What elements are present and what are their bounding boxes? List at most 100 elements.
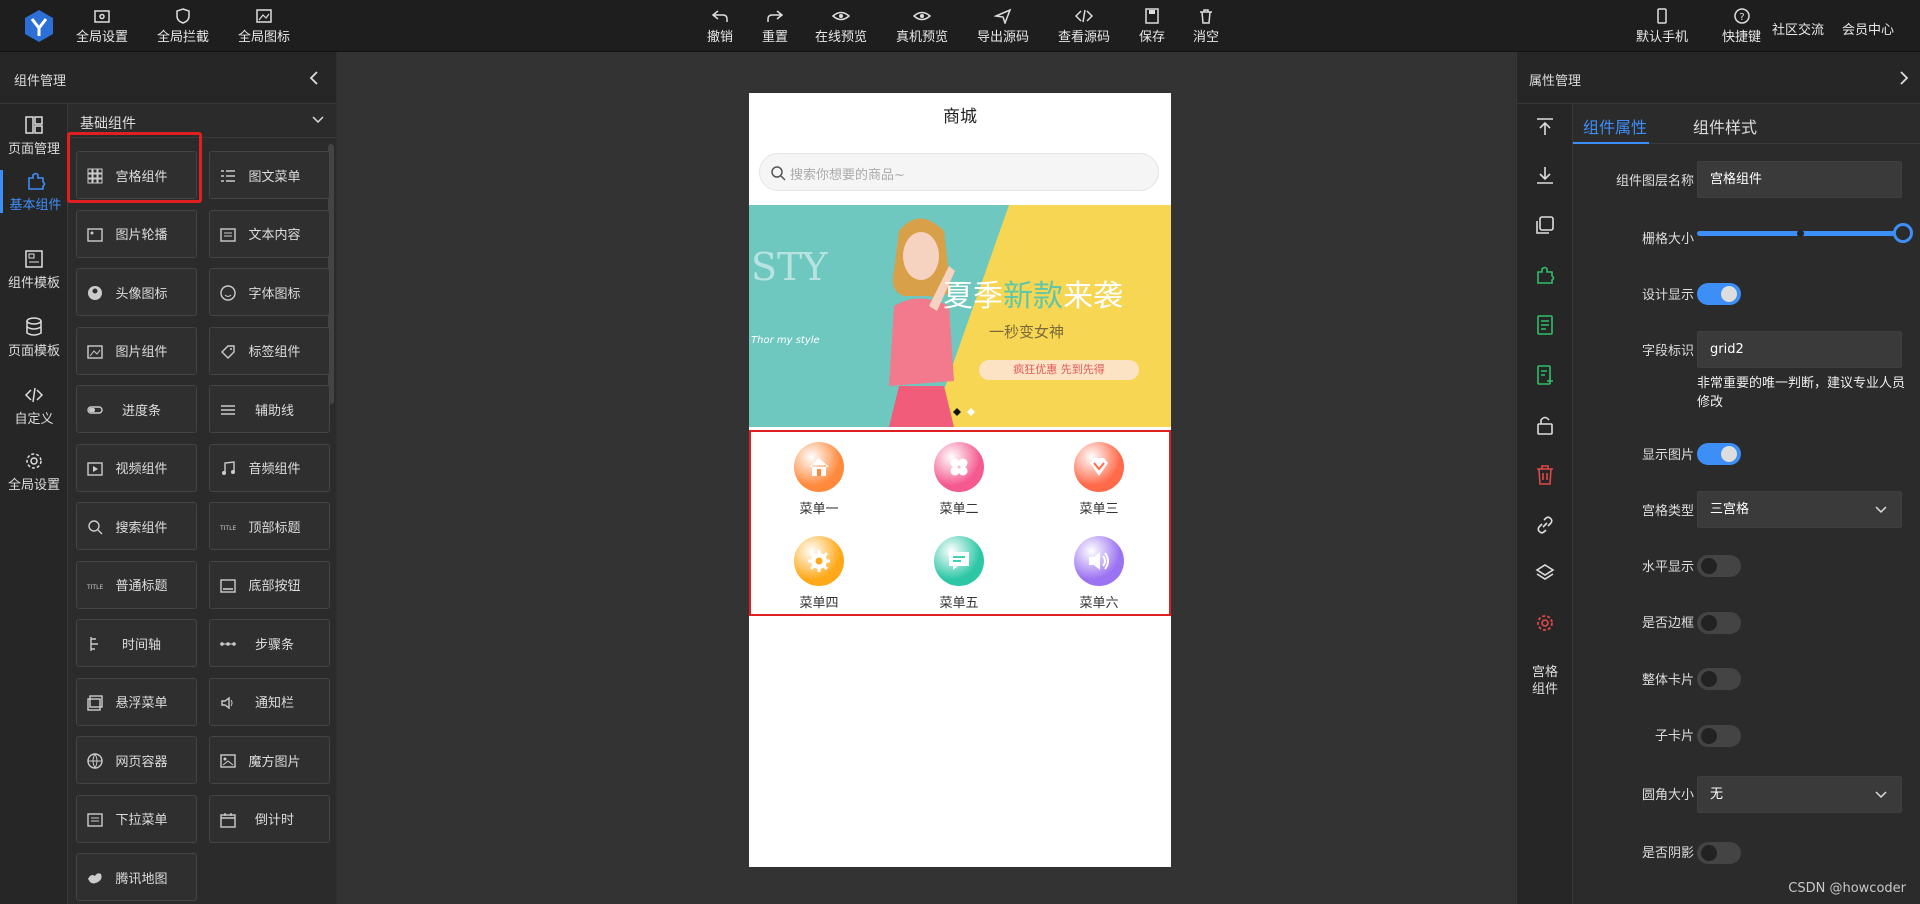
global-settings-button[interactable]: 全局设置: [76, 8, 128, 45]
component-bottom-button[interactable]: 底部按钮: [209, 560, 330, 609]
component-floating-menu[interactable]: 悬浮菜单: [76, 677, 197, 726]
puzzle-icon[interactable]: [1534, 264, 1556, 286]
component-label: 腾讯地图: [115, 871, 168, 887]
rail-custom[interactable]: 自定义: [0, 384, 68, 427]
component-dropdown-menu[interactable]: 下拉菜单: [76, 794, 197, 843]
component-image-comp[interactable]: 图片组件: [76, 326, 197, 375]
component-image-text-menu[interactable]: 图文菜单: [209, 151, 330, 199]
move-bottom-icon[interactable]: [1534, 164, 1556, 186]
clear-button[interactable]: 消空: [1193, 8, 1219, 45]
grid-menu-item[interactable]: 菜单四: [769, 536, 869, 611]
carousel-dots[interactable]: [949, 405, 979, 419]
component-tencent-map[interactable]: 腾讯地图: [76, 853, 197, 901]
field-id-input[interactable]: grid2: [1697, 331, 1902, 368]
rail-page-templates[interactable]: 页面模板: [0, 316, 68, 359]
shadow-label: 是否阴影: [1641, 846, 1694, 861]
component-tag-comp[interactable]: 标签组件: [209, 326, 330, 375]
grid-menu-item[interactable]: 菜单三: [1049, 442, 1149, 517]
component-steps[interactable]: 步骤条: [209, 619, 330, 667]
component-plain-title[interactable]: TITLE 普通标题: [76, 560, 197, 609]
community-link[interactable]: 社区交流: [1772, 19, 1824, 38]
chevron-down-icon: [312, 116, 324, 124]
component-magic-cube[interactable]: 魔方图片: [209, 736, 330, 784]
component-label: 通知栏: [254, 696, 294, 711]
search-comp-icon: [88, 520, 103, 535]
rail-global-settings[interactable]: 全局设置: [0, 450, 68, 493]
highlight-box: [67, 132, 202, 203]
global-intercept-button[interactable]: 全局拦截: [157, 8, 209, 45]
component-top-title[interactable]: TITLE 顶部标题: [209, 502, 330, 550]
unlock-icon[interactable]: [1534, 414, 1556, 436]
search-input[interactable]: 搜索你想要的商品~: [759, 153, 1159, 191]
shield-icon: [176, 8, 190, 24]
shadow-toggle[interactable]: [1697, 842, 1741, 864]
component-label: 文本内容: [248, 228, 301, 243]
export-source-button[interactable]: 导出源码: [977, 8, 1029, 45]
design-show-toggle[interactable]: [1697, 283, 1741, 305]
rail-page-manage[interactable]: 页面管理: [0, 114, 68, 157]
layers-icon[interactable]: [1534, 562, 1556, 584]
sub-card-label: 子卡片: [1654, 729, 1694, 744]
border-toggle[interactable]: [1697, 612, 1741, 634]
radius-select[interactable]: 无: [1697, 776, 1902, 813]
collapse-right-icon[interactable]: [1898, 70, 1910, 86]
component-video-comp[interactable]: 视频组件: [76, 443, 197, 492]
add-document-icon[interactable]: [1534, 364, 1556, 386]
default-phone-button[interactable]: 默认手机: [1636, 8, 1688, 45]
shortcuts-button[interactable]: ? 快捷键: [1722, 8, 1761, 45]
device-preview-button[interactable]: 真机预览: [896, 8, 948, 45]
gear-icon: [794, 536, 844, 586]
component-notice-bar[interactable]: 通知栏: [209, 677, 330, 726]
component-font-icon[interactable]: 字体图标: [209, 268, 330, 316]
banner-subline: 一秒变女神: [989, 323, 1065, 341]
component-avatar-icon[interactable]: 头像图标: [76, 268, 197, 316]
link-icon[interactable]: [1534, 514, 1556, 536]
grid-component[interactable]: 菜单一 菜单二 菜单三菜单四 菜单五 菜单六: [749, 430, 1171, 616]
grid-menu-item[interactable]: 菜单二: [909, 442, 1009, 517]
sub-card-toggle[interactable]: [1697, 725, 1741, 747]
show-image-toggle[interactable]: [1697, 443, 1741, 465]
tag-comp-icon: [221, 344, 235, 359]
slider-thumb[interactable]: [1893, 223, 1913, 243]
component-audio-comp[interactable]: 音频组件: [209, 443, 330, 492]
component-countdown[interactable]: 倒计时: [209, 794, 330, 843]
component-image-carousel[interactable]: 图片轮播: [76, 209, 197, 258]
redo-icon: [767, 10, 784, 22]
rail-component-templates[interactable]: 组件模板: [0, 248, 68, 291]
floating-menu-icon: [87, 694, 103, 711]
grid-size-slider[interactable]: [1697, 221, 1913, 245]
component-divider-line[interactable]: 辅助线: [209, 385, 330, 433]
undo-button[interactable]: 撤销: [707, 8, 733, 45]
component-webview[interactable]: 网页容器: [76, 736, 197, 784]
member-center-link[interactable]: 会员中心: [1842, 19, 1894, 38]
component-search-comp[interactable]: 搜索组件: [76, 502, 197, 550]
component-text-content[interactable]: 文本内容: [209, 209, 330, 258]
grid-menu-item[interactable]: 菜单五: [909, 536, 1009, 611]
speaker-icon: [1074, 536, 1124, 586]
component-timeline[interactable]: 时间轴: [76, 619, 197, 667]
collapse-left-icon[interactable]: [308, 70, 320, 86]
banner-carousel[interactable]: STY Thor my style 夏季新款来袭 一秒变女神 疯狂优惠 先到先得: [749, 205, 1171, 427]
card-toggle[interactable]: [1697, 668, 1741, 690]
audio-comp-icon: [222, 460, 235, 475]
component-progress-bar[interactable]: 进度条: [76, 385, 197, 433]
tab-component-style[interactable]: 组件样式: [1693, 114, 1757, 138]
grid-menu-item[interactable]: 菜单六: [1049, 536, 1149, 611]
grid-menu-item[interactable]: 菜单一: [769, 442, 869, 517]
move-top-icon[interactable]: [1534, 116, 1556, 138]
banner-cta[interactable]: 疯狂优惠 先到先得: [979, 360, 1139, 380]
redo-button[interactable]: 重置: [762, 8, 788, 45]
view-source-button[interactable]: 查看源码: [1058, 8, 1110, 45]
save-button[interactable]: 保存: [1139, 8, 1165, 45]
copy-icon[interactable]: [1534, 214, 1556, 236]
online-preview-button[interactable]: 在线预览: [815, 8, 867, 45]
tab-component-props[interactable]: 组件属性: [1583, 114, 1647, 138]
grid-type-select[interactable]: 三宫格: [1697, 491, 1902, 528]
horizontal-toggle[interactable]: [1697, 555, 1741, 577]
layer-name-input[interactable]: 宫格组件: [1697, 161, 1902, 198]
document-icon[interactable]: [1534, 314, 1556, 336]
trash-icon[interactable]: [1534, 464, 1556, 486]
gear-icon[interactable]: [1534, 612, 1556, 634]
global-icons-button[interactable]: 全局图标: [238, 8, 290, 45]
rail-basic-components[interactable]: 基本组件: [0, 170, 68, 213]
